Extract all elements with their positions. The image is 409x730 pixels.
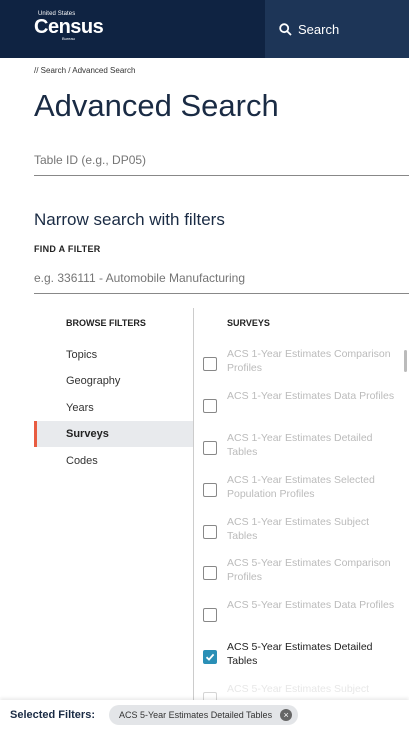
browse-filters-heading: BROWSE FILTERS (66, 318, 146, 328)
survey-label: ACS 1-Year Estimates Data Profiles (227, 390, 395, 402)
breadcrumb[interactable]: // Search / Advanced Search (34, 66, 135, 75)
filter-chip[interactable]: ACS 5-Year Estimates Detailed Tables × (108, 705, 299, 725)
survey-label: ACS 1-Year Estimates Comparison Profiles (227, 348, 391, 374)
survey-checkbox[interactable] (203, 483, 217, 497)
survey-checkbox[interactable] (203, 566, 217, 580)
table-id-input[interactable] (34, 153, 409, 176)
browse-item-topics[interactable]: Topics (34, 342, 194, 368)
survey-item[interactable]: ACS 1-Year Estimates Detailed Tables (203, 431, 399, 459)
close-icon[interactable]: × (280, 709, 293, 721)
survey-label: ACS 1-Year Estimates Selected Population… (227, 474, 375, 500)
selected-filters-bar: Selected Filters: ACS 5-Year Estimates D… (0, 700, 409, 730)
browse-item-years[interactable]: Years (34, 395, 194, 421)
checkmark-icon (205, 653, 215, 661)
survey-checkbox[interactable] (203, 608, 217, 622)
filter-search-input[interactable] (34, 271, 409, 294)
surveys-scrollbar[interactable] (404, 350, 407, 372)
survey-item[interactable]: ACS 1-Year Estimates Comparison Profiles (203, 347, 399, 375)
site-header: United States Census Bureau Search (0, 0, 409, 58)
survey-label: ACS 5-Year Estimates Detailed Tables (227, 641, 373, 667)
census-logo[interactable]: United States Census Bureau (0, 0, 265, 58)
survey-checkbox[interactable] (203, 399, 217, 413)
browse-item-surveys[interactable]: Surveys (34, 421, 194, 447)
search-icon (279, 22, 292, 36)
survey-item[interactable]: ACS 5-Year Estimates Data Profiles (203, 598, 399, 622)
logo-bureau: Bureau (62, 36, 75, 41)
page-title: Advanced Search (34, 88, 279, 123)
survey-checkbox[interactable] (203, 441, 217, 455)
panel-divider (193, 308, 194, 708)
survey-checkbox-checked[interactable] (203, 650, 217, 664)
survey-item[interactable]: ACS 1-Year Estimates Subject Tables (203, 515, 399, 543)
survey-checkbox[interactable] (203, 357, 217, 371)
survey-checkbox[interactable] (203, 525, 217, 539)
filter-chip-label: ACS 5-Year Estimates Detailed Tables (118, 710, 273, 720)
survey-item[interactable]: ACS 1-Year Estimates Data Profiles (203, 389, 399, 413)
survey-label: ACS 1-Year Estimates Subject Tables (227, 516, 370, 542)
narrow-heading: Narrow search with filters (34, 210, 225, 229)
browse-item-codes[interactable]: Codes (34, 448, 194, 474)
selected-filters-label: Selected Filters: (10, 709, 95, 721)
survey-item[interactable]: ACS 1-Year Estimates Selected Population… (203, 473, 399, 501)
survey-label: ACS 5-Year Estimates Data Profiles (227, 599, 395, 611)
find-filter-label: FIND A FILTER (34, 244, 101, 254)
surveys-heading: SURVEYS (227, 318, 270, 328)
browse-item-geography[interactable]: Geography (34, 368, 194, 394)
header-search-button[interactable]: Search (265, 0, 409, 58)
survey-item[interactable]: ACS 5-Year Estimates Detailed Tables (203, 640, 399, 668)
survey-label: ACS 5-Year Estimates Comparison Profiles (227, 557, 391, 583)
browse-filters-panel: BROWSE FILTERS Topics Geography Years Su… (34, 310, 194, 706)
survey-label: ACS 1-Year Estimates Detailed Tables (227, 432, 373, 458)
search-label: Search (298, 21, 340, 37)
survey-item[interactable]: ACS 5-Year Estimates Comparison Profiles (203, 556, 399, 584)
